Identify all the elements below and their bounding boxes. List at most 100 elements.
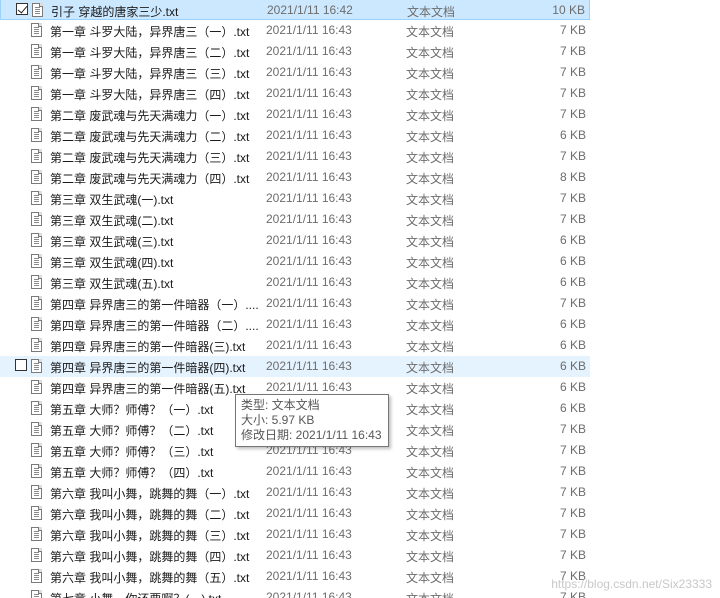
file-name: 第四章 异界唐三的第一件暗器（一）.... (50, 298, 259, 312)
file-size: 7 KB (559, 527, 586, 541)
file-type: 文本文档 (406, 424, 455, 438)
file-name: 引子 穿越的唐家三少.txt (51, 5, 179, 19)
file-row[interactable]: 第六章 我叫小舞，跳舞的舞（一）.txt 2021/1/11 16:43 文本文档 7… (0, 482, 590, 503)
file-size: 10 KB (552, 3, 585, 17)
file-row[interactable]: 第一章 斗罗大陆，异界唐三（一）.txt 2021/1/11 16:43 文本文档 7… (0, 20, 590, 41)
file-size: 7 KB (559, 212, 586, 226)
file-row[interactable]: 第二章 废武魂与先天满魂力（三）.txt 2021/1/11 16:43 文本文档 7… (0, 146, 590, 167)
file-type: 文本文档 (406, 109, 455, 123)
file-size: 8 KB (559, 170, 586, 184)
file-row[interactable]: 第四章 异界唐三的第一件暗器（二）.... 2021/1/11 16:43 文本文档… (0, 314, 590, 335)
file-row[interactable]: 第三章 双生武魂(五).txt 2021/1/11 16:43 文本文档 6 KB (0, 272, 590, 293)
file-date: 2021/1/11 16:42 (267, 3, 353, 17)
file-row[interactable]: 第四章 异界唐三的第一件暗器（一）.... 2021/1/11 16:43 文本文档… (0, 293, 590, 314)
text-file-icon (31, 233, 42, 247)
file-row[interactable]: 第六章 我叫小舞，跳舞的舞（五）.txt 2021/1/11 16:43 文本文档 7… (0, 566, 590, 587)
file-row[interactable]: 第二章 废武魂与先天满魂力（二）.txt 2021/1/11 16:43 文本文档 6… (0, 125, 590, 146)
file-name: 第五章 大师？师傅？（二）.txt (50, 424, 214, 438)
file-size: 6 KB (559, 317, 586, 331)
text-file-icon (31, 443, 42, 457)
text-file-icon (31, 380, 42, 394)
file-row[interactable]: 第二章 废武魂与先天满魂力（一）.txt 2021/1/11 16:43 文本文档 7… (0, 104, 590, 125)
file-name: 第二章 废武魂与先天满魂力（三）.txt (50, 151, 250, 165)
file-type: 文本文档 (406, 256, 455, 270)
file-row[interactable]: 第三章 双生武魂(一).txt 2021/1/11 16:43 文本文档 7 KB (0, 188, 590, 209)
file-date: 2021/1/11 16:43 (266, 107, 352, 121)
text-file-icon (31, 464, 42, 478)
file-name: 第六章 我叫小舞，跳舞的舞（三）.txt (50, 529, 250, 543)
text-file-icon (31, 254, 42, 268)
file-row[interactable]: 第六章 我叫小舞，跳舞的舞（二）.txt 2021/1/11 16:43 文本文档 7… (0, 503, 590, 524)
file-size: 6 KB (559, 359, 586, 373)
file-date: 2021/1/11 16:43 (266, 380, 352, 394)
file-type: 文本文档 (406, 445, 455, 459)
row-checkbox[interactable] (15, 359, 27, 371)
file-date: 2021/1/11 16:43 (266, 548, 352, 562)
file-size: 6 KB (559, 380, 586, 394)
watermark-text: https://blog.csdn.net/Six23333 (551, 577, 712, 591)
file-type: 文本文档 (406, 550, 455, 564)
file-date: 2021/1/11 16:43 (266, 212, 352, 226)
file-row[interactable]: 第七章 小舞，你还要啊？(一).txt 2021/1/11 16:43 文本文档 7 … (0, 587, 590, 598)
file-row[interactable]: 第四章 异界唐三的第一件暗器(四).txt 2021/1/11 16:43 文本文档… (0, 356, 590, 377)
file-type: 文本文档 (406, 382, 455, 396)
file-size: 7 KB (559, 548, 586, 562)
file-size: 7 KB (559, 590, 586, 598)
file-name: 第五章 大师？师傅？（三）.txt (50, 445, 214, 459)
file-name: 第二章 废武魂与先天满魂力（二）.txt (50, 130, 250, 144)
file-name: 第三章 双生武魂(二).txt (50, 214, 174, 228)
file-date: 2021/1/11 16:43 (266, 128, 352, 142)
file-row[interactable]: 第二章 废武魂与先天满魂力（四）.txt 2021/1/11 16:43 文本文档 8… (0, 167, 590, 188)
file-row[interactable]: 第六章 我叫小舞，跳舞的舞（四）.txt 2021/1/11 16:43 文本文档 7… (0, 545, 590, 566)
file-row[interactable]: 第三章 双生武魂(四).txt 2021/1/11 16:43 文本文档 6 KB (0, 251, 590, 272)
file-type: 文本文档 (406, 151, 455, 165)
file-type: 文本文档 (406, 529, 455, 543)
file-date: 2021/1/11 16:43 (266, 359, 352, 373)
file-row[interactable]: 第五章 大师？师傅？（四）.txt 2021/1/11 16:43 文本文档 7 KB (0, 461, 590, 482)
file-type: 文本文档 (406, 403, 455, 417)
file-size: 7 KB (559, 296, 586, 310)
file-row[interactable]: 引子 穿越的唐家三少.txt 2021/1/11 16:42 文本文档 10 KB (0, 0, 590, 20)
file-name: 第六章 我叫小舞，跳舞的舞（二）.txt (50, 508, 250, 522)
text-file-icon (31, 23, 42, 37)
file-name: 第二章 废武魂与先天满魂力（四）.txt (50, 172, 250, 186)
text-file-icon (31, 359, 42, 373)
file-row[interactable]: 第四章 异界唐三的第一件暗器(三).txt 2021/1/11 16:43 文本文档… (0, 335, 590, 356)
text-file-icon (31, 128, 42, 142)
file-size: 6 KB (559, 338, 586, 352)
file-size: 7 KB (559, 464, 586, 478)
text-file-icon (31, 527, 42, 541)
file-row[interactable]: 第六章 我叫小舞，跳舞的舞（三）.txt 2021/1/11 16:43 文本文档 7… (0, 524, 590, 545)
file-type: 文本文档 (406, 277, 455, 291)
file-row[interactable]: 第三章 双生武魂(三).txt 2021/1/11 16:43 文本文档 6 KB (0, 230, 590, 251)
file-size: 6 KB (559, 275, 586, 289)
text-file-icon (31, 86, 42, 100)
text-file-icon (31, 317, 42, 331)
file-name: 第七章 小舞，你还要啊？(一).txt (50, 590, 260, 598)
file-type: 文本文档 (406, 298, 455, 312)
file-date: 2021/1/11 16:43 (266, 275, 352, 289)
tooltip-type: 类型: 文本文档 (241, 398, 320, 412)
text-file-icon (31, 506, 42, 520)
file-name: 第五章 大师？师傅？（四）.txt (50, 466, 214, 480)
file-list: 引子 穿越的唐家三少.txt 2021/1/11 16:42 文本文档 10 KB 第一… (0, 0, 720, 598)
file-type: 文本文档 (406, 571, 455, 585)
text-file-icon (31, 275, 42, 289)
file-row[interactable]: 第一章 斗罗大陆，异界唐三（四）.txt 2021/1/11 16:43 文本文档 7… (0, 83, 590, 104)
file-date: 2021/1/11 16:43 (266, 254, 352, 268)
checkmark-icon (17, 3, 28, 14)
file-name: 第一章 斗罗大陆，异界唐三（四）.txt (50, 88, 250, 102)
file-date: 2021/1/11 16:43 (266, 44, 352, 58)
file-row[interactable]: 第一章 斗罗大陆，异界唐三（二）.txt 2021/1/11 16:43 文本文档 7… (0, 41, 590, 62)
file-date: 2021/1/11 16:43 (266, 317, 352, 331)
file-date: 2021/1/11 16:43 (266, 527, 352, 541)
file-name: 第四章 异界唐三的第一件暗器（二）.... (50, 319, 259, 333)
file-name: 第一章 斗罗大陆，异界唐三（一）.txt (50, 25, 250, 39)
file-row[interactable]: 第三章 双生武魂(二).txt 2021/1/11 16:43 文本文档 7 KB (0, 209, 590, 230)
tooltip-date: 修改日期: 2021/1/11 16:43 (241, 428, 382, 442)
text-file-icon (31, 170, 42, 184)
row-checkbox[interactable] (16, 3, 28, 15)
file-row[interactable]: 第一章 斗罗大陆，异界唐三（三）.txt 2021/1/11 16:43 文本文档 7… (0, 62, 590, 83)
file-size: 6 KB (559, 401, 586, 415)
text-file-icon (31, 65, 42, 79)
